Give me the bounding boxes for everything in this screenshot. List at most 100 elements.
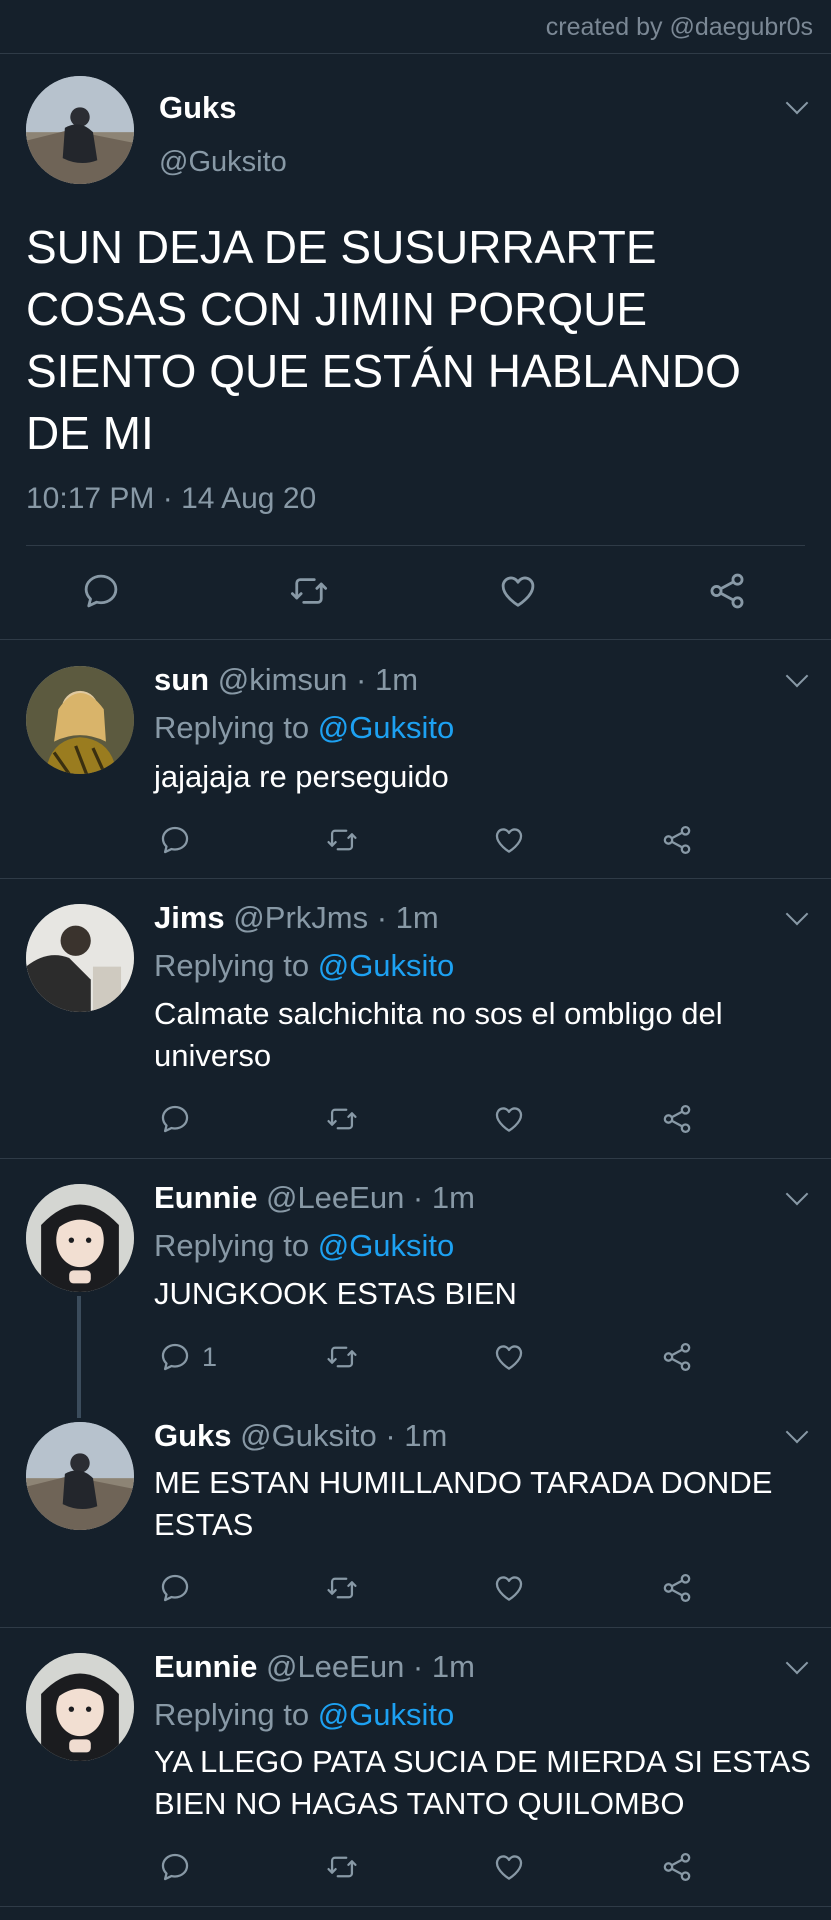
divider xyxy=(0,1158,831,1159)
replying-to-prefix: Replying to xyxy=(154,1697,318,1732)
reply-icon xyxy=(80,570,122,612)
reply-header[interactable]: Eunnie @LeeEun · 1m xyxy=(154,1649,475,1685)
reply-icon xyxy=(158,1340,192,1374)
chevron-down-icon[interactable] xyxy=(785,1182,809,1206)
like-button[interactable] xyxy=(492,1563,542,1613)
reply-actions xyxy=(0,1842,831,1892)
reply-button[interactable] xyxy=(158,1842,208,1892)
reply-text: JUNGKOOK ESTAS BIEN xyxy=(154,1276,517,1311)
reply-button[interactable] xyxy=(80,566,130,616)
reply-author-name[interactable]: Eunnie xyxy=(154,1180,257,1215)
profile-photo-icon xyxy=(26,1653,134,1761)
main-tweet-timestamp[interactable]: 10:17 PM · 14 Aug 20 xyxy=(26,482,316,516)
divider xyxy=(0,1627,831,1628)
reply-author-handle[interactable]: @LeeEun · 1m xyxy=(266,1180,475,1215)
share-button[interactable] xyxy=(660,815,710,865)
reply-text: YA LLEGO PATA SUCIA DE MIERDA SI ESTAS B… xyxy=(154,1744,811,1821)
reply-icon xyxy=(158,823,192,857)
replying-to-prefix: Replying to xyxy=(154,948,318,983)
replying-to-link[interactable]: @Guksito xyxy=(318,710,455,745)
reply-actions xyxy=(0,1094,831,1144)
like-button[interactable] xyxy=(492,1332,542,1382)
replying-to: Replying to @Guksito xyxy=(154,948,454,984)
reply-header[interactable]: Jims @PrkJms · 1m xyxy=(154,900,439,936)
share-icon xyxy=(660,823,694,857)
reply-header[interactable]: Eunnie @LeeEun · 1m xyxy=(154,1180,475,1216)
reply-text: ME ESTAN HUMILLANDO TARADA DONDE ESTAS xyxy=(154,1465,773,1542)
avatar[interactable] xyxy=(26,1184,134,1292)
retweet-button[interactable] xyxy=(325,815,375,865)
main-tweet-author-name[interactable]: Guks xyxy=(159,90,237,126)
retweet-button[interactable] xyxy=(325,1094,375,1144)
share-button[interactable] xyxy=(660,1094,710,1144)
reply-actions: 1 xyxy=(0,1332,831,1382)
like-icon xyxy=(492,1102,526,1136)
profile-photo-icon xyxy=(26,76,134,184)
replying-to-prefix: Replying to xyxy=(154,710,318,745)
like-button[interactable] xyxy=(492,815,542,865)
like-icon xyxy=(497,570,539,612)
chevron-down-icon[interactable] xyxy=(785,1420,809,1444)
reply-author-handle[interactable]: @LeeEun · 1m xyxy=(266,1649,475,1684)
share-button[interactable] xyxy=(660,1332,710,1382)
retweet-icon xyxy=(325,1850,359,1884)
like-icon xyxy=(492,1850,526,1884)
avatar[interactable] xyxy=(26,1422,134,1530)
reply-header[interactable]: sun @kimsun · 1m xyxy=(154,662,418,698)
reply-button[interactable]: 1 xyxy=(158,1332,238,1382)
retweet-icon xyxy=(325,1102,359,1136)
reply-icon xyxy=(158,1571,192,1605)
reply-author-handle[interactable]: @PrkJms · 1m xyxy=(233,900,438,935)
like-button[interactable] xyxy=(492,1842,542,1892)
reply-author-name[interactable]: Eunnie xyxy=(154,1649,257,1684)
share-button[interactable] xyxy=(660,1563,710,1613)
reply-author-name[interactable]: sun xyxy=(154,662,209,697)
chevron-down-icon[interactable] xyxy=(785,902,809,926)
avatar[interactable] xyxy=(26,1653,134,1761)
main-tweet-text: SUN DEJA DE SUSURRARTE COSAS CON JIMIN P… xyxy=(26,221,741,459)
reply-author-handle[interactable]: @kimsun · 1m xyxy=(218,662,418,697)
retweet-button[interactable] xyxy=(325,1842,375,1892)
chevron-down-icon[interactable] xyxy=(785,1651,809,1675)
retweet-button[interactable] xyxy=(325,1332,375,1382)
replying-to-prefix: Replying to xyxy=(154,1228,318,1263)
share-icon xyxy=(660,1340,694,1374)
divider xyxy=(26,545,805,546)
reply-author-name[interactable]: Guks xyxy=(154,1418,232,1453)
replying-to: Replying to @Guksito xyxy=(154,1697,454,1733)
reply-text: jajajaja re perseguido xyxy=(154,759,449,794)
divider xyxy=(0,878,831,879)
replying-to-link[interactable]: @Guksito xyxy=(318,1697,455,1732)
replying-to: Replying to @Guksito xyxy=(154,710,454,746)
avatar[interactable] xyxy=(26,666,134,774)
divider xyxy=(0,1906,831,1907)
reply-button[interactable] xyxy=(158,1563,208,1613)
reply-button[interactable] xyxy=(158,815,208,865)
share-icon xyxy=(706,570,748,612)
retweet-button[interactable] xyxy=(288,566,338,616)
retweet-icon xyxy=(325,1340,359,1374)
reply-header[interactable]: Guks @Guksito · 1m xyxy=(154,1418,447,1454)
like-button[interactable] xyxy=(497,566,547,616)
share-icon xyxy=(660,1850,694,1884)
retweet-button[interactable] xyxy=(325,1563,375,1613)
chevron-down-icon[interactable] xyxy=(785,91,809,115)
reply-button[interactable] xyxy=(158,1094,208,1144)
reply-actions xyxy=(0,1563,831,1613)
profile-photo-icon xyxy=(26,1184,134,1292)
divider xyxy=(0,639,831,640)
like-icon xyxy=(492,1571,526,1605)
share-button[interactable] xyxy=(706,566,756,616)
main-tweet-author-handle[interactable]: @Guksito xyxy=(159,146,287,179)
like-button[interactable] xyxy=(492,1094,542,1144)
replying-to-link[interactable]: @Guksito xyxy=(318,1228,455,1263)
replying-to-link[interactable]: @Guksito xyxy=(318,948,455,983)
avatar[interactable] xyxy=(26,904,134,1012)
like-icon xyxy=(492,823,526,857)
share-button[interactable] xyxy=(660,1842,710,1892)
reply-author-name[interactable]: Jims xyxy=(154,900,225,935)
chevron-down-icon[interactable] xyxy=(785,664,809,688)
main-tweet-actions xyxy=(0,566,831,616)
reply-author-handle[interactable]: @Guksito · 1m xyxy=(240,1418,447,1453)
avatar[interactable] xyxy=(26,76,134,184)
